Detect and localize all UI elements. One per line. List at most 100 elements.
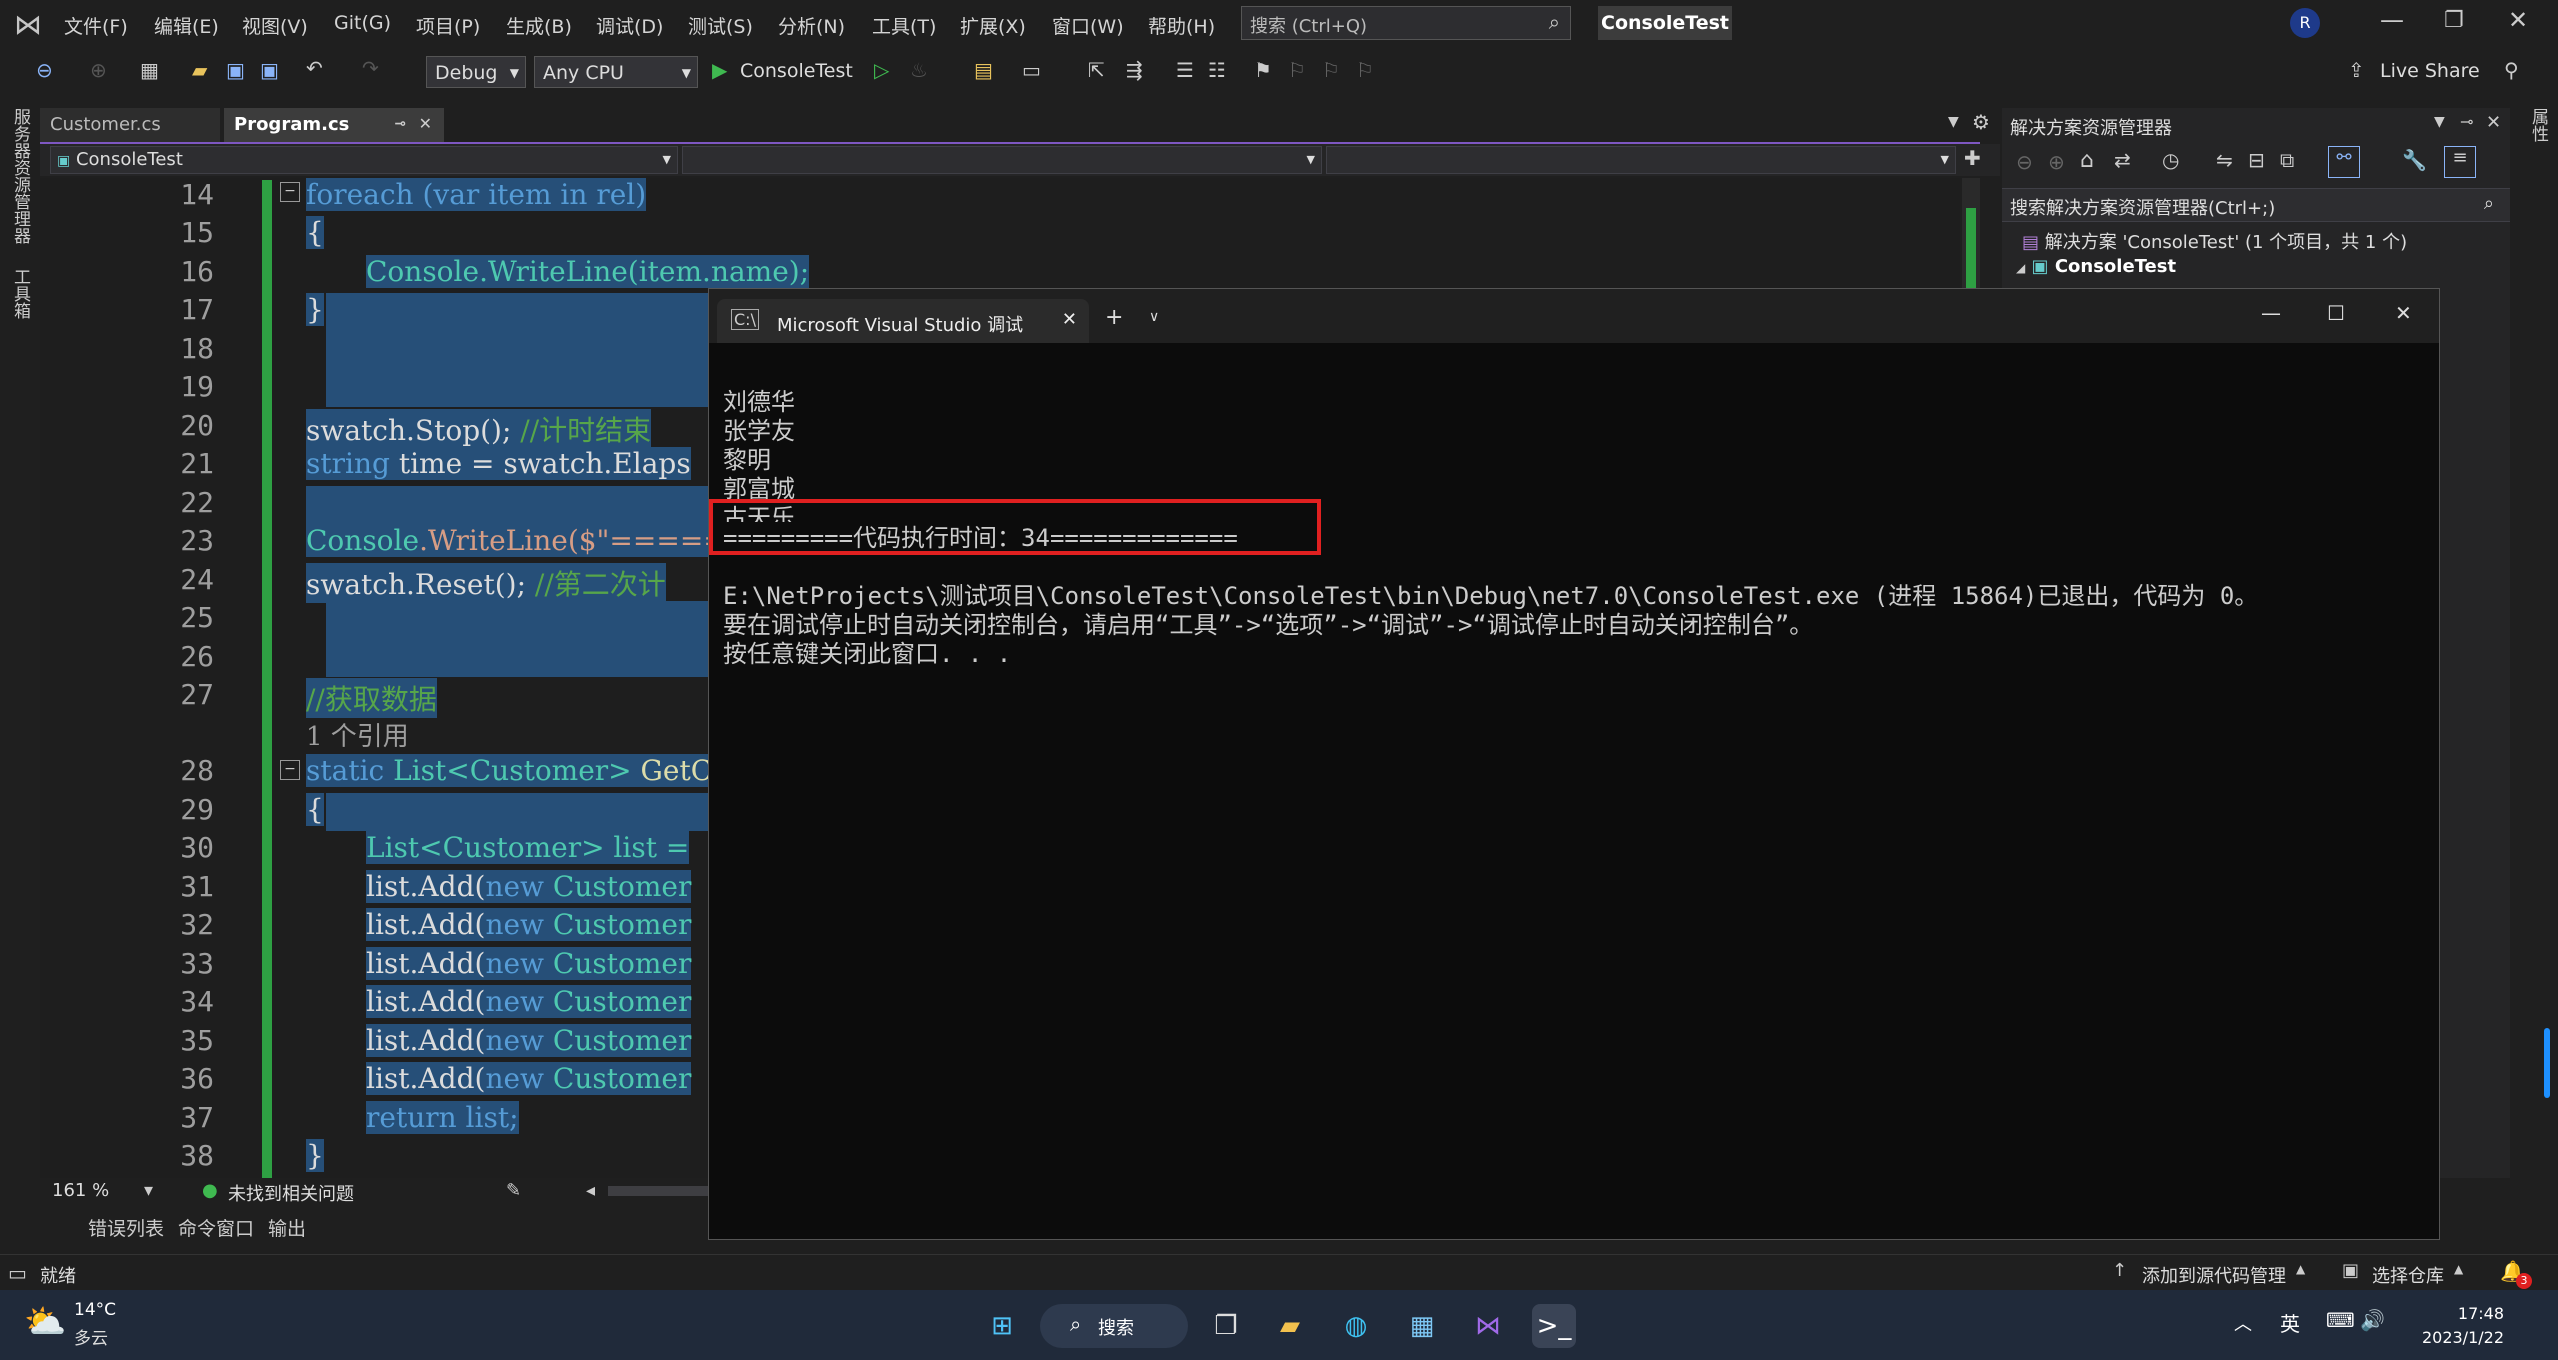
back-icon[interactable]: ⊖ xyxy=(36,58,53,82)
indent-icon[interactable]: ⇶ xyxy=(1126,58,1143,82)
chevron-up-icon[interactable]: ︿ xyxy=(2234,1310,2252,1336)
open-folder-icon[interactable]: ▰ xyxy=(192,58,207,82)
scrollbar-thumb[interactable] xyxy=(1966,208,1976,288)
scroll-left-icon[interactable]: ◂ xyxy=(586,1180,595,1201)
select-repo-button[interactable]: 选择仓库 xyxy=(2372,1262,2444,1288)
start-no-debug-icon[interactable]: ▷ xyxy=(874,58,889,82)
bookmark-next-icon[interactable]: ⚐ xyxy=(1322,58,1340,82)
avatar[interactable]: R xyxy=(2290,8,2320,38)
menu-help[interactable]: 帮助(H) xyxy=(1148,12,1215,39)
split-icon[interactable]: ✚ xyxy=(1964,146,1981,170)
menu-file[interactable]: 文件(F) xyxy=(64,12,128,39)
tab-overflow-icon[interactable]: ▼ xyxy=(1948,114,1959,130)
tab-error-list[interactable]: 错误列表 xyxy=(88,1214,164,1241)
tab-output[interactable]: 输出 xyxy=(268,1214,306,1241)
collapse-icon[interactable]: − xyxy=(280,760,300,780)
menu-edit[interactable]: 编辑(E) xyxy=(154,12,219,39)
add-source-control-button[interactable]: 添加到源代码管理 xyxy=(2142,1262,2286,1288)
start-debug-icon[interactable]: ▶ xyxy=(712,58,727,82)
new-project-icon[interactable]: ▦ xyxy=(140,58,159,82)
menu-view[interactable]: 视图(V) xyxy=(242,12,308,39)
config-select[interactable]: Debug ▼ xyxy=(426,56,526,88)
folder-icon[interactable]: ▤ xyxy=(974,58,993,82)
file-explorer-icon[interactable]: ▰ xyxy=(1268,1304,1312,1348)
menu-test[interactable]: 测试(S) xyxy=(688,12,753,39)
sync-icon[interactable]: ⇋ xyxy=(2216,148,2233,172)
server-explorer-tab[interactable]: 服务器资源管理器 xyxy=(8,108,33,244)
layout-icon[interactable]: ▭ xyxy=(1022,58,1041,82)
show-all-icon[interactable]: ⧉ xyxy=(2280,148,2294,172)
volume-icon[interactable]: 🔊 xyxy=(2360,1308,2385,1332)
network-icon[interactable]: ⌨ xyxy=(2326,1308,2355,1332)
save-all-icon[interactable]: ▣ xyxy=(260,58,279,82)
collapse-icon[interactable]: − xyxy=(280,182,300,202)
pin-icon[interactable]: ⊸ xyxy=(394,116,406,132)
share-icon[interactable]: ⇪ xyxy=(2348,58,2365,82)
project-nav-select[interactable]: ▣ ConsoleTest ▼ xyxy=(50,146,678,174)
forward-icon[interactable]: ⊕ xyxy=(2048,150,2065,174)
history-icon[interactable]: ◷ xyxy=(2162,148,2179,172)
bookmark-clear-icon[interactable]: ⚐ xyxy=(1356,58,1374,82)
hot-reload-icon[interactable]: ♨ xyxy=(910,58,928,82)
live-share-button[interactable]: Live Share xyxy=(2380,60,2480,82)
visual-studio-icon[interactable]: ⋈ xyxy=(1466,1304,1510,1348)
pin-icon[interactable]: ⊸ xyxy=(2460,112,2473,131)
clock-time[interactable]: 17:48 xyxy=(2408,1304,2504,1323)
minimize-icon[interactable]: — xyxy=(2261,301,2281,325)
type-nav-select[interactable]: ▼ xyxy=(682,146,1322,174)
menu-analyze[interactable]: 分析(N) xyxy=(778,12,845,39)
edge-icon[interactable]: ◍ xyxy=(1334,1304,1378,1348)
properties-icon[interactable]: 🔧 xyxy=(2402,148,2427,172)
chevron-down-icon[interactable]: ▾ xyxy=(144,1180,153,1201)
clock-date[interactable]: 2023/1/22 xyxy=(2408,1328,2504,1347)
tab-program-cs[interactable]: Program.cs ⊸ ✕ xyxy=(224,108,444,142)
close-icon[interactable]: ✕ xyxy=(2395,301,2412,325)
menu-git[interactable]: Git(G) xyxy=(334,12,391,34)
member-nav-select[interactable]: ▼ xyxy=(1326,146,1956,174)
tree-item-solution[interactable]: ▤ 解决方案 'ConsoleTest' (1 个项目，共 1 个) xyxy=(2022,228,2407,254)
home-icon[interactable]: ⌂ xyxy=(2080,148,2094,173)
search-box[interactable]: 搜索 (Ctrl+Q) ⌕ xyxy=(1241,6,1571,40)
menu-extensions[interactable]: 扩展(X) xyxy=(960,12,1026,39)
bookmark-icon[interactable]: ⚑ xyxy=(1254,58,1272,82)
back-icon[interactable]: ⊖ xyxy=(2016,150,2033,174)
gear-icon[interactable]: ⚙ xyxy=(1972,110,1990,134)
menu-build[interactable]: 生成(B) xyxy=(506,12,572,39)
forward-icon[interactable]: ⊕ xyxy=(90,58,107,82)
preview-toggle-icon[interactable]: ⚯ xyxy=(2328,146,2360,178)
menu-window[interactable]: 窗口(W) xyxy=(1052,12,1124,39)
undo-icon[interactable]: ↶ xyxy=(306,56,323,80)
menu-project[interactable]: 项目(P) xyxy=(416,12,480,39)
tab-customer-cs[interactable]: Customer.cs xyxy=(40,108,220,142)
tree-item-project[interactable]: ◢ ▣ ConsoleTest xyxy=(2016,256,2176,277)
weather-icon[interactable]: ⛅ xyxy=(24,1302,66,1342)
maximize-icon[interactable]: ☐ xyxy=(2327,301,2345,325)
task-view-icon[interactable]: ❐ xyxy=(1204,1304,1248,1348)
chevron-down-icon[interactable]: ▼ xyxy=(2434,114,2445,130)
brush-icon[interactable]: ✎ xyxy=(506,1180,521,1201)
reference-hint[interactable]: 1 个引用 xyxy=(306,716,409,753)
redo-icon[interactable]: ↷ xyxy=(362,56,379,80)
close-icon[interactable]: ✕ xyxy=(2508,6,2528,34)
windows-start-icon[interactable]: ⊞ xyxy=(980,1304,1024,1348)
store-icon[interactable]: ▦ xyxy=(1400,1304,1444,1348)
properties-tab[interactable]: 属性 xyxy=(2526,108,2551,142)
bookmark-prev-icon[interactable]: ⚐ xyxy=(1288,58,1306,82)
collapse-all-icon[interactable]: ⊟ xyxy=(2248,148,2265,172)
close-icon[interactable]: ✕ xyxy=(1062,309,1077,330)
filter-icon[interactable]: ≡ xyxy=(2444,146,2476,178)
issues-status[interactable]: 未找到相关问题 xyxy=(228,1180,354,1206)
run-target[interactable]: ConsoleTest xyxy=(740,60,853,82)
uncomment-icon[interactable]: ☷ xyxy=(1208,58,1226,82)
menu-tools[interactable]: 工具(T) xyxy=(872,12,936,39)
taskbar-search-button[interactable]: ⌕ 搜索 xyxy=(1040,1304,1188,1348)
platform-select[interactable]: Any CPU ▼ xyxy=(534,56,698,88)
solution-search-input[interactable]: 搜索解决方案资源管理器(Ctrl+;) ⌕ xyxy=(2002,188,2510,222)
step-icon[interactable]: ⇱ xyxy=(1088,58,1105,82)
new-tab-icon[interactable]: + xyxy=(1105,305,1123,330)
comment-icon[interactable]: ☰ xyxy=(1176,58,1194,82)
tab-command-window[interactable]: 命令窗口 xyxy=(178,1214,254,1241)
minimize-icon[interactable]: — xyxy=(2380,6,2404,34)
ime-indicator[interactable]: 英 xyxy=(2280,1308,2300,1337)
close-icon[interactable]: ✕ xyxy=(2486,112,2501,133)
